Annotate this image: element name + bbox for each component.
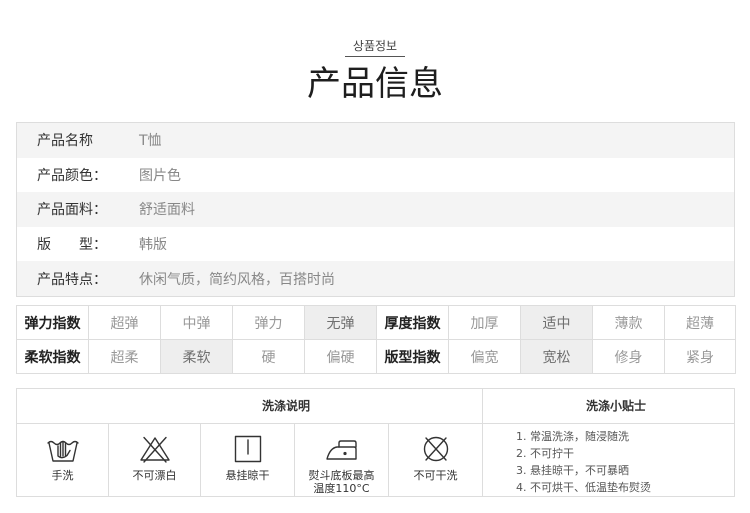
elasticity-index-label: 弹力指数 [16, 305, 89, 340]
product-info-row-color: 产品颜色： 图片色 [17, 158, 734, 193]
fit-option: 紧身 [664, 339, 736, 374]
care-symbol-iron: 熨斗底板最高 温度110°C [295, 424, 389, 496]
care-instructions-title: 洗涤说明 [262, 399, 311, 413]
no-bleach-icon [109, 435, 200, 463]
no-dry-clean-icon [389, 435, 482, 463]
product-info-label: 产品面料： [37, 202, 107, 219]
thickness-option: 薄款 [592, 305, 665, 340]
product-info-row-features: 产品特点： 休闲气质，简约风格，百搭时尚 [17, 261, 734, 296]
elasticity-option: 弹力 [232, 305, 305, 340]
softness-option: 柔软 [160, 339, 233, 374]
fit-option: 宽松 [520, 339, 593, 374]
index-row-softness-fit: 柔软指数 超柔 柔软 硬 偏硬 版型指数 偏宽 宽松 修身 紧身 [16, 339, 736, 374]
care-tip: 1. 常温洗涤，随浸随洗 [516, 430, 629, 443]
care-symbol-label: 手洗 [51, 469, 74, 482]
thickness-option: 适中 [520, 305, 593, 340]
care-symbol-label: 不可漂白 [132, 469, 177, 482]
elasticity-option: 中弹 [160, 305, 233, 340]
product-info-row-fabric: 产品面料： 舒适面料 [17, 192, 734, 227]
product-info-value: 舒适面料 [139, 202, 195, 219]
product-info-table: 产品名称 T恤 产品颜色： 图片色 产品面料： 舒适面料 版 型： 韩版 产品特… [16, 122, 735, 297]
section-subtitle: 상품정보 [352, 39, 398, 53]
care-symbol-hang-dry: 悬挂晾干 [201, 424, 295, 496]
product-index-table: 弹力指数 超弹 中弹 弹力 无弹 厚度指数 加厚 适中 薄款 超薄 柔软指数 超… [16, 305, 736, 374]
care-symbol-label: 悬挂晾干 [225, 469, 270, 482]
care-symbol-label: 熨斗底板最高 温度110°C [308, 469, 375, 495]
softness-option: 偏硬 [304, 339, 377, 374]
product-info-value: 休闲气质，简约风格，百搭时尚 [139, 271, 335, 288]
product-info-row-name: 产品名称 T恤 [17, 123, 734, 158]
product-info-label: 产品名称 [37, 133, 93, 150]
product-info-label: 产品颜色： [37, 167, 107, 184]
care-tip: 4. 不可烘干、低温垫布熨烫 [516, 481, 651, 494]
product-info-value: 韩版 [139, 237, 167, 254]
fit-option: 偏宽 [448, 339, 521, 374]
product-info-value: 图片色 [139, 167, 181, 184]
care-tips-title: 洗涤小贴士 [586, 399, 647, 413]
product-info-label: 产品特点： [37, 271, 107, 288]
care-symbol-label: 不可干洗 [413, 469, 458, 482]
product-info-value: T恤 [139, 133, 162, 150]
softness-option: 硬 [232, 339, 305, 374]
hang-dry-icon [201, 435, 294, 463]
softness-index-label: 柔软指数 [16, 339, 89, 374]
care-symbol-hand-wash: 手洗 [17, 424, 109, 496]
iron-low-temp-icon [295, 435, 388, 463]
thickness-index-label: 厚度指数 [376, 305, 449, 340]
care-tips-list: 1. 常温洗涤，随浸随洗 2. 不可拧干 3. 悬挂晾干，不可暴晒 4. 不可烘… [516, 428, 651, 496]
section-title: 产品信息 [307, 64, 443, 104]
elasticity-option: 超弹 [88, 305, 161, 340]
care-tip: 2. 不可拧干 [516, 447, 574, 460]
product-info-row-fit: 版 型： 韩版 [17, 227, 734, 262]
product-info-label: 版 型： [37, 237, 107, 254]
subtitle-underline [345, 56, 405, 57]
hand-wash-icon [17, 435, 108, 463]
care-header-row: 洗涤说明 洗涤小贴士 [17, 389, 734, 424]
fit-option: 修身 [592, 339, 665, 374]
care-symbol-no-dry-clean: 不可干洗 [389, 424, 483, 496]
index-row-elasticity-thickness: 弹力指数 超弹 中弹 弹力 无弹 厚度指数 加厚 适中 薄款 超薄 [16, 305, 736, 340]
softness-option: 超柔 [88, 339, 161, 374]
care-section: 洗涤说明 洗涤小贴士 手洗 不可漂白 悬挂晾干 熨斗底板最高 温度110°C 不… [16, 388, 735, 497]
care-symbol-no-bleach: 不可漂白 [109, 424, 201, 496]
care-tip: 3. 悬挂晾干，不可暴晒 [516, 464, 629, 477]
fit-index-label: 版型指数 [376, 339, 449, 374]
elasticity-option: 无弹 [304, 305, 377, 340]
thickness-option: 加厚 [448, 305, 521, 340]
thickness-option: 超薄 [664, 305, 736, 340]
